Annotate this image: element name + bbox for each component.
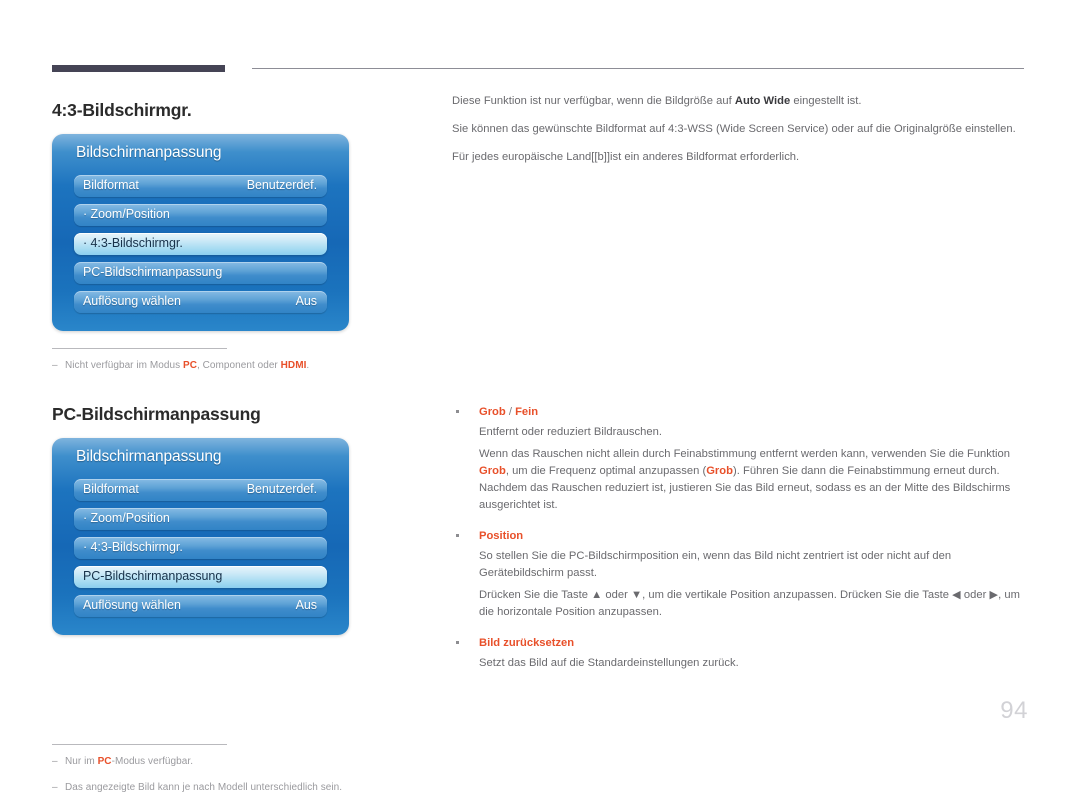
osd-row-label: Auflösung wählen (83, 598, 181, 612)
bullet-heading-separator: / (505, 406, 516, 418)
osd-row-label: Auflösung wählen (83, 294, 181, 308)
bullet-item-grob-fein: Grob / Fein Entfernt oder reduziert Bild… (452, 405, 1027, 514)
intro-paragraph-1: Diese Funktion ist nur verfügbar, wenn d… (452, 93, 1027, 109)
osd-row-value: Aus (295, 598, 317, 612)
right-column: Diese Funktion ist nur verfügbar, wenn d… (452, 93, 1027, 669)
osd-row-43-bildschirmgr[interactable]: · 4:3-Bildschirmgr. (74, 537, 327, 559)
osd-row-pc-bildschirmanpassung[interactable]: PC-Bildschirmanpassung (74, 262, 327, 284)
osd-row-label: · 4:3-Bildschirmgr. (83, 540, 183, 554)
footnote-line: – Das angezeigte Bild kann je nach Modell… (52, 781, 342, 795)
bullet-body: Entfernt oder reduziert Bildrauschen. We… (452, 424, 1027, 514)
paragraph-keyword-grob-1: Grob (479, 465, 506, 477)
osd-panel-title: Bildschirmanpassung (76, 448, 222, 465)
paragraph-keyword-grob-2: Grob (706, 465, 734, 477)
intro-paragraph-3: Für jedes europäische Land[[b]]ist ein a… (452, 151, 800, 163)
intro-keyword-auto-wide: Auto Wide (734, 95, 791, 107)
osd-row-label: Bildformat (83, 178, 139, 192)
bullet-paragraph: Wenn das Rauschen nicht allein durch Fei… (479, 446, 1027, 514)
footnote-text-pre: Das angezeigte Bild kann je nach Modell … (65, 782, 343, 793)
bullet-dot-icon (456, 534, 459, 537)
footnote-keyword-pc: PC (97, 756, 112, 767)
footnote-dash-icon: – (52, 782, 58, 793)
bullet-dot-icon (456, 410, 459, 413)
bullet-body: So stellen Sie die PC-Bildschirmposition… (452, 548, 1027, 621)
osd-row-aufloesung-waehlen[interactable]: Auflösung wählen Aus (74, 291, 327, 313)
footnote-dash-icon: – (52, 360, 58, 371)
osd-row-value: Benutzerdef. (246, 482, 317, 496)
footnote-block-1: – Nicht verfügbar im Modus PC, Component … (52, 348, 309, 373)
intro-text-c: eingestellt ist. (790, 95, 862, 107)
footnote-text-pre: Nicht verfügbar im Modus (65, 360, 183, 371)
footnote-text-mid: , Component oder (196, 360, 281, 371)
bullet-item-bild-zuruecksetzen: Bild zurücksetzen Setzt das Bild auf die… (452, 636, 1027, 672)
osd-menu-panel-1: Bildschirmanpassung Bildformat Benutzerd… (52, 134, 349, 331)
osd-row-label: PC-Bildschirmanpassung (83, 265, 223, 279)
bullet-list: Grob / Fein Entfernt oder reduziert Bild… (452, 405, 1027, 672)
paragraph-text-2: , um die Frequenz optimal anzupassen ( (505, 465, 707, 477)
bullet-heading-a: Bild zurücksetzen (479, 637, 575, 649)
osd-menu-rows-2: Bildformat Benutzerdef. · Zoom/Position … (74, 479, 327, 617)
osd-row-pc-bildschirmanpassung[interactable]: PC-Bildschirmanpassung (74, 566, 327, 588)
osd-row-label: · 4:3-Bildschirmgr. (83, 236, 183, 250)
bullet-item-position: Position So stellen Sie die PC-Bildschir… (452, 529, 1027, 621)
bullet-heading: Position (452, 529, 1027, 544)
footnote-keyword-hdmi: HDMI (280, 360, 307, 371)
paragraph-text-1: Wenn das Rauschen nicht allein durch Fei… (479, 448, 1011, 460)
osd-menu-panel-2: Bildschirmanpassung Bildformat Benutzerd… (52, 438, 349, 635)
osd-menu-rows-1: Bildformat Benutzerdef. · Zoom/Position … (74, 175, 327, 313)
osd-row-value: Benutzerdef. (246, 178, 317, 192)
bullet-paragraph: Entfernt oder reduziert Bildrauschen. (479, 426, 662, 438)
osd-row-43-bildschirmgr[interactable]: · 4:3-Bildschirmgr. (74, 233, 327, 255)
footnote-rule (52, 744, 227, 745)
osd-row-bildformat[interactable]: Bildformat Benutzerdef. (74, 175, 327, 197)
footnote-text-post: . (306, 360, 310, 371)
section-title-2: PC-Bildschirmanpassung (52, 404, 261, 424)
page-number: 94 (1000, 697, 1028, 724)
osd-row-aufloesung-waehlen[interactable]: Auflösung wählen Aus (74, 595, 327, 617)
intro-paragraph-2: Sie können das gewünschte Bildformat auf… (452, 123, 1016, 135)
osd-panel-title: Bildschirmanpassung (76, 144, 222, 161)
footnote-line: – Nicht verfügbar im Modus PC, Component … (52, 359, 309, 373)
bullet-body: Setzt das Bild auf die Standardeinstellu… (452, 655, 1027, 672)
bullet-heading-b: Fein (515, 406, 539, 418)
osd-row-bildformat[interactable]: Bildformat Benutzerdef. (74, 479, 327, 501)
footnote-dash-icon: – (52, 756, 58, 767)
footnote-keyword-pc: PC (182, 360, 197, 371)
page-header-rules (0, 0, 1080, 80)
footnote-block-2: – Nur im PC-Modus verfügbar. – Das angezei… (52, 744, 342, 795)
header-rule-thick (52, 65, 225, 72)
footnote-text-pre: Nur im (65, 756, 98, 767)
bullet-heading: Bild zurücksetzen (452, 636, 1027, 651)
footnote-line: – Nur im PC-Modus verfügbar. (52, 755, 342, 769)
footnote-text-mid: -Modus verfügbar. (111, 756, 194, 767)
bullet-paragraph: So stellen Sie die PC-Bildschirmposition… (479, 550, 952, 579)
bullet-dot-icon (456, 641, 459, 644)
bullet-heading-a: Position (479, 530, 524, 542)
osd-row-label: Bildformat (83, 482, 139, 496)
intro-text-a: Diese Funktion ist nur verfügbar, wenn d… (452, 95, 735, 107)
osd-row-label: PC-Bildschirmanpassung (83, 569, 223, 583)
footnote-rule (52, 348, 227, 349)
osd-row-zoom-position[interactable]: · Zoom/Position (74, 204, 327, 226)
bullet-paragraph: Setzt das Bild auf die Standardeinstellu… (479, 657, 739, 669)
section-title-1: 4:3-Bildschirmgr. (52, 100, 192, 120)
bullet-heading-a: Grob (479, 406, 506, 418)
bullet-paragraph: Drücken Sie die Taste ▲ oder ▼, um die v… (479, 589, 1020, 618)
header-rule-thin (252, 68, 1024, 69)
osd-row-value: Aus (295, 294, 317, 308)
osd-row-label: · Zoom/Position (83, 511, 170, 525)
osd-row-label: · Zoom/Position (83, 207, 170, 221)
bullet-heading: Grob / Fein (452, 405, 1027, 420)
osd-row-zoom-position[interactable]: · Zoom/Position (74, 508, 327, 530)
